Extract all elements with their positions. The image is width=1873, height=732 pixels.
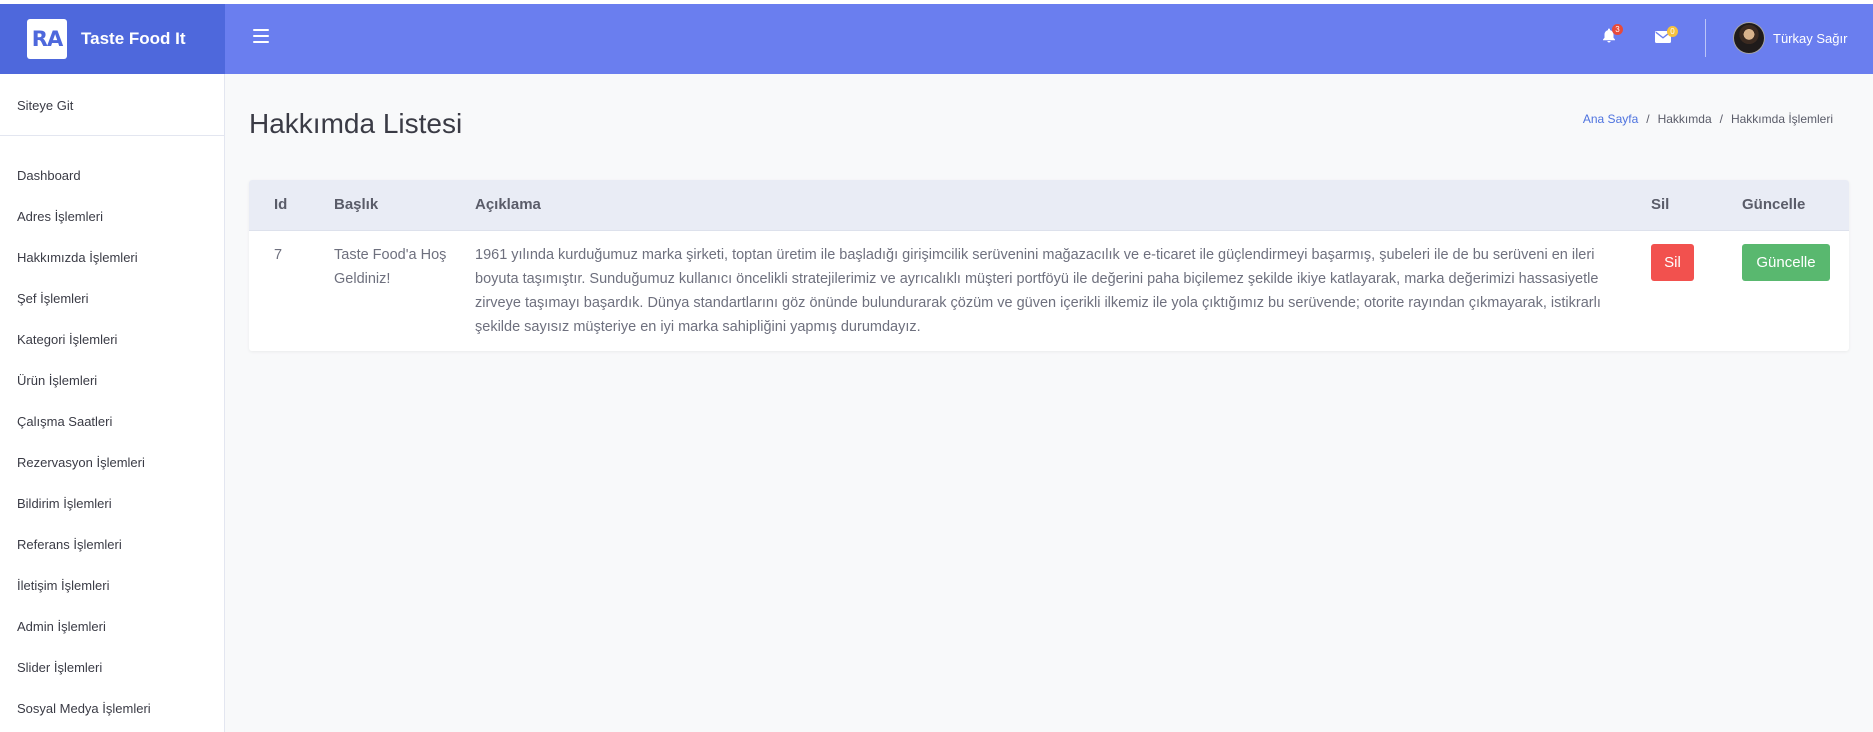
sidebar-item-address[interactable]: Adres İşlemleri — [17, 209, 151, 250]
avatar — [1733, 22, 1765, 54]
about-list-card: Id Başlık Açıklama Sil Güncelle 7 Taste … — [249, 180, 1849, 351]
brand-logo: RA — [27, 19, 67, 59]
main-content: Hakkımda Listesi Ana Sayfa / Hakkımda / … — [225, 74, 1873, 732]
topbar-divider — [1705, 19, 1706, 57]
sidebar-item-reference[interactable]: Referans İşlemleri — [17, 537, 151, 578]
sidebar: Siteye Git Dashboard Adres İşlemleri Hak… — [0, 74, 225, 732]
cell-update: Güncelle — [1742, 230, 1849, 339]
topbar: 3 0 Türkay Sağır — [225, 4, 1873, 74]
breadcrumb: Ana Sayfa / Hakkımda / Hakkımda İşlemler… — [1583, 112, 1833, 126]
about-table: Id Başlık Açıklama Sil Güncelle 7 Taste … — [249, 180, 1849, 339]
cell-title: Taste Food'a Hoş Geldiniz! — [334, 246, 447, 287]
sidebar-item-reservation[interactable]: Rezervasyon İşlemleri — [17, 455, 151, 496]
sidebar-item-slider[interactable]: Slider İşlemleri — [17, 660, 151, 701]
sidebar-item-dashboard[interactable]: Dashboard — [17, 168, 151, 209]
table-row: 7 Taste Food'a Hoş Geldiniz! 1961 yılınd… — [249, 230, 1849, 339]
breadcrumb-current: Hakkımda İşlemleri — [1730, 112, 1833, 126]
header-delete: Sil — [1651, 180, 1742, 231]
breadcrumb-home[interactable]: Ana Sayfa — [1583, 112, 1638, 126]
cell-id: 7 — [274, 246, 283, 263]
sidebar-item-category[interactable]: Kategori İşlemleri — [17, 332, 151, 373]
sidebar-item-notification[interactable]: Bildirim İşlemleri — [17, 496, 151, 537]
update-button[interactable]: Güncelle — [1742, 243, 1830, 281]
brand-name: Taste Food It — [81, 29, 186, 48]
breadcrumb-separator: / — [1719, 112, 1723, 126]
sidebar-item-about[interactable]: Hakkımızda İşlemleri — [17, 250, 151, 291]
notification-count-badge: 3 — [1612, 24, 1623, 35]
notifications-button[interactable]: 3 — [1602, 24, 1623, 48]
breadcrumb-separator: / — [1646, 112, 1650, 126]
sidebar-menu: Dashboard Adres İşlemleri Hakkımızda İşl… — [17, 168, 151, 732]
header-description: Açıklama — [475, 180, 1651, 231]
sidebar-item-contact[interactable]: İletişim İşlemleri — [17, 578, 151, 619]
header-title: Başlık — [334, 180, 475, 231]
user-menu[interactable]: Türkay Sağır — [1733, 22, 1847, 54]
sidebar-item-admin[interactable]: Admin İşlemleri — [17, 619, 151, 660]
delete-button[interactable]: Sil — [1651, 243, 1694, 281]
user-name: Türkay Sağır — [1773, 30, 1848, 46]
site-link[interactable]: Siteye Git — [17, 98, 73, 113]
page-title: Hakkımda Listesi — [249, 108, 463, 139]
message-count-badge: 0 — [1667, 26, 1678, 37]
messages-button[interactable]: 0 — [1655, 26, 1678, 48]
table-header-row: Id Başlık Açıklama Sil Güncelle — [249, 180, 1849, 231]
header-update: Güncelle — [1742, 180, 1849, 231]
menu-toggle-icon[interactable] — [253, 29, 269, 43]
sidebar-item-chef[interactable]: Şef İşlemleri — [17, 291, 151, 332]
sidebar-item-working-hours[interactable]: Çalışma Saatleri — [17, 414, 151, 455]
sidebar-item-product[interactable]: Ürün İşlemleri — [17, 373, 151, 414]
app-frame: RA Taste Food It 3 0 Türkay Sağır Siteye… — [0, 4, 1873, 732]
cell-delete: Sil — [1651, 230, 1742, 339]
sidebar-divider — [0, 135, 225, 136]
brand[interactable]: RA Taste Food It — [0, 4, 225, 74]
sidebar-item-social-media[interactable]: Sosyal Medya İşlemleri — [17, 701, 151, 732]
header-id: Id — [249, 180, 334, 231]
breadcrumb-about: Hakkımda — [1657, 112, 1712, 126]
cell-description: 1961 yılında kurduğumuz marka şirketi, t… — [475, 246, 1601, 335]
